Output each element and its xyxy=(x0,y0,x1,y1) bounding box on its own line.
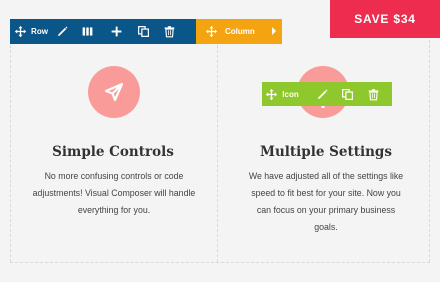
columns-icon xyxy=(82,27,92,36)
paper-plane-icon xyxy=(104,82,124,102)
trash-icon xyxy=(368,88,378,100)
row-delete-button[interactable] xyxy=(156,19,182,44)
pencil-icon xyxy=(317,89,327,99)
feature-text-right-line: We have adjusted all of the settings lik… xyxy=(248,171,404,181)
feature-text-left-line: everything for you. xyxy=(77,205,151,215)
plus-icon xyxy=(111,26,121,37)
row-add-button[interactable] xyxy=(102,19,130,44)
feature-text-left-line: No more confusing controls or code xyxy=(44,171,184,181)
save-promo-badge[interactable]: SAVE $34 xyxy=(330,0,440,38)
icon-duplicate-button[interactable] xyxy=(334,82,360,107)
feature-text-left: No more confusing controls or code adjus… xyxy=(20,168,208,219)
pencil-icon xyxy=(57,26,67,36)
row-frame-bottom-edge xyxy=(10,262,430,263)
feature-text-right-line: goals. xyxy=(314,222,338,232)
feature-text-right-line: can focus on your primary business xyxy=(256,205,396,215)
page-canvas: Row Column SAVE $34 Simple Controls No m… xyxy=(0,0,440,282)
arrow-right-icon[interactable] xyxy=(272,27,276,35)
move-icon xyxy=(266,88,278,100)
feature-text-left-line: adjustments! Visual Composer will handle xyxy=(32,188,196,198)
feature-text-right-line: speed to fit best for your site. Now you xyxy=(251,188,401,198)
row-layout-button[interactable] xyxy=(72,19,102,44)
save-promo-label: SAVE $34 xyxy=(354,12,416,26)
row-toolbar: Row xyxy=(10,19,196,44)
icon-move-handle[interactable]: Icon xyxy=(262,82,302,107)
column-label: Column xyxy=(225,27,255,36)
feature-heading-left: Simple Controls xyxy=(52,144,174,160)
icon-edit-button[interactable] xyxy=(310,82,334,107)
feature-text-right: We have adjusted all of the settings lik… xyxy=(232,168,420,236)
icon-toolbar: Icon xyxy=(262,82,392,106)
feature-icon-circle-left xyxy=(88,66,140,118)
move-icon xyxy=(14,25,27,38)
column-toolbar[interactable]: Column xyxy=(196,19,282,44)
column-move-handle[interactable] xyxy=(201,19,221,44)
row-label: Row xyxy=(31,27,48,36)
move-icon xyxy=(205,25,217,38)
feature-heading-right: Multiple Settings xyxy=(260,144,392,160)
trash-icon xyxy=(164,26,174,38)
row-edit-button[interactable] xyxy=(52,19,72,44)
row-duplicate-button[interactable] xyxy=(130,19,156,44)
icon-delete-button[interactable] xyxy=(360,82,386,107)
duplicate-icon xyxy=(341,88,353,100)
row-move-handle[interactable]: Row xyxy=(10,19,52,44)
icon-label: Icon xyxy=(282,89,299,99)
duplicate-icon xyxy=(137,26,149,37)
